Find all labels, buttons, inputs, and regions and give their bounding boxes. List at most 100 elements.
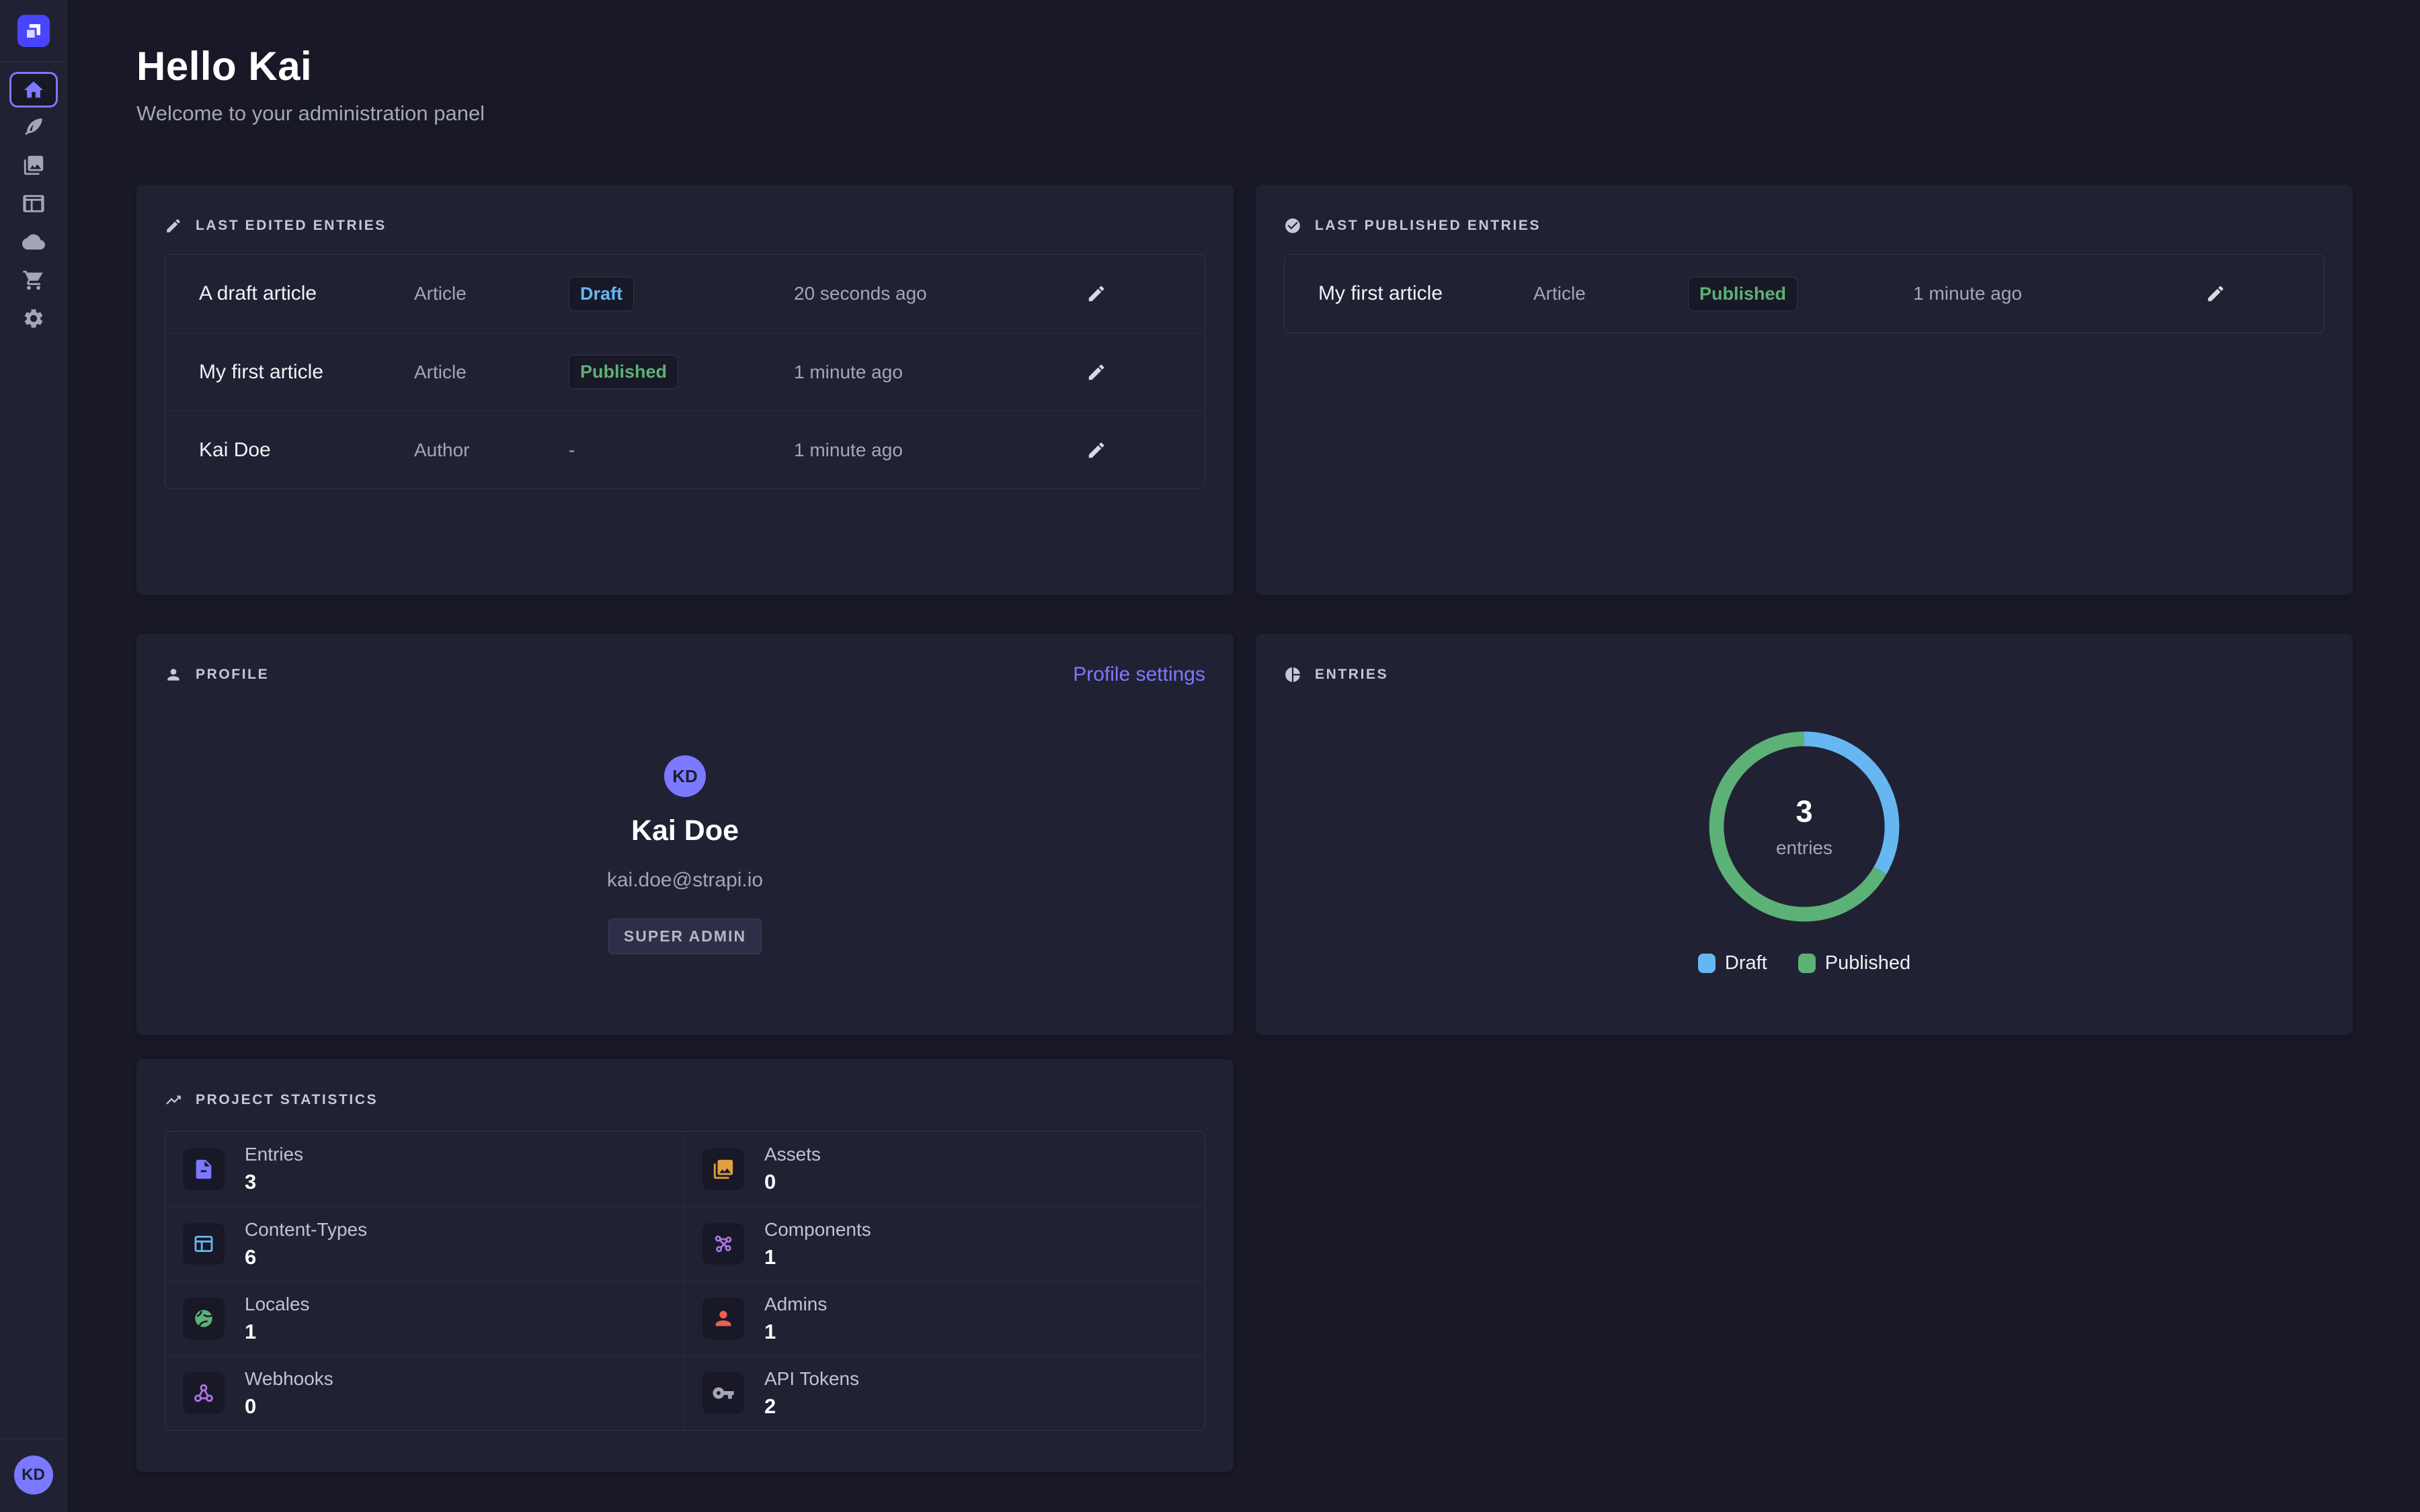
- pencil-icon: [2206, 284, 2226, 304]
- cart-icon: [22, 269, 45, 292]
- stat-label: Admins: [764, 1294, 827, 1315]
- status-none: -: [569, 439, 575, 460]
- last-published-entries-table: My first article Article Published 1 min…: [1284, 254, 2325, 333]
- stat-icon-tile: [702, 1148, 744, 1190]
- main-content: Hello Kai Welcome to your administration…: [67, 0, 2420, 1512]
- sidebar-nav: [0, 62, 67, 337]
- stat-item-components: Components 1: [685, 1206, 1205, 1281]
- locales-icon: [192, 1307, 215, 1330]
- profile-avatar: KD: [664, 755, 706, 797]
- sidebar-item-content-type-builder[interactable]: [0, 184, 67, 222]
- stat-label: Assets: [764, 1144, 821, 1165]
- entry-status: Draft: [569, 277, 794, 311]
- entry-updated: 1 minute ago: [794, 362, 1083, 383]
- edit-entry-button[interactable]: [1083, 437, 1110, 464]
- stat-label: API Tokens: [764, 1368, 859, 1390]
- sidebar: KD: [0, 0, 67, 1512]
- legend-label: Draft: [1725, 952, 1767, 974]
- entry-kind: Article: [1533, 283, 1688, 304]
- stat-value: 0: [245, 1394, 333, 1419]
- stat-icon-tile: [183, 1148, 225, 1190]
- edit-entry-button[interactable]: [1083, 280, 1110, 307]
- pencil-icon: [1086, 284, 1106, 304]
- entry-status: Published: [1688, 277, 1913, 311]
- user-avatar[interactable]: KD: [14, 1456, 53, 1495]
- project-statistics-panel: PROJECT STATISTICS Entries 3 Assets 0: [136, 1059, 1234, 1472]
- stat-icon-tile: [702, 1372, 744, 1414]
- donut-legend: Draft Published: [1698, 952, 1910, 974]
- sidebar-item-content-manager[interactable]: [0, 108, 67, 146]
- edit-entry-button[interactable]: [1083, 359, 1110, 386]
- api-tokens-icon: [712, 1382, 735, 1404]
- entry-updated: 20 seconds ago: [794, 283, 1083, 304]
- profile-role-badge: SUPER ADMIN: [608, 919, 762, 954]
- stat-icon-tile: [183, 1298, 225, 1339]
- stat-item-webhooks: Webhooks 0: [165, 1355, 685, 1430]
- cloud-icon: [22, 230, 45, 253]
- strapi-logo-icon: [24, 21, 44, 41]
- sidebar-item-marketplace[interactable]: [0, 261, 67, 299]
- profile-name: Kai Doe: [631, 814, 739, 847]
- stat-value: 1: [764, 1245, 871, 1269]
- table-row: A draft article Article Draft 20 seconds…: [165, 255, 1205, 333]
- api-tokens-icon: [712, 1382, 735, 1404]
- panel-title: PROFILE: [196, 667, 269, 683]
- assets-icon: [712, 1158, 735, 1181]
- profile-panel: PROFILE Profile settings KD Kai Doe kai.…: [136, 634, 1234, 1035]
- sidebar-item-home[interactable]: [9, 72, 58, 108]
- stat-value: 1: [245, 1320, 310, 1344]
- entries-total-label: entries: [1776, 837, 1832, 859]
- table-row: My first article Article Published 1 min…: [165, 333, 1205, 411]
- pencil-icon: [1086, 362, 1106, 382]
- strapi-logo[interactable]: [17, 15, 50, 47]
- sidebar-item-settings[interactable]: [0, 299, 67, 337]
- table-row: Kai Doe Author - 1 minute ago: [165, 411, 1205, 489]
- profile-email: kai.doe@strapi.io: [607, 869, 763, 892]
- pencil-icon: [165, 217, 182, 235]
- entry-kind: Author: [414, 439, 569, 461]
- entry-name: Kai Doe: [199, 439, 414, 462]
- entry-kind: Article: [414, 362, 569, 383]
- gear-icon: [22, 307, 45, 330]
- last-edited-entries-panel: LAST EDITED ENTRIES A draft article Arti…: [136, 185, 1234, 595]
- stat-icon-tile: [183, 1372, 225, 1414]
- stat-icon-tile: [702, 1223, 744, 1265]
- images-icon: [22, 154, 45, 177]
- panel-title: ENTRIES: [1315, 667, 1388, 683]
- stat-value: 0: [764, 1170, 821, 1194]
- strapi-admin-dashboard: KD Hello Kai Welcome to your administrat…: [0, 0, 2420, 1512]
- stat-item-entries: Entries 3: [165, 1132, 685, 1206]
- entry-name: A draft article: [199, 282, 414, 305]
- last-edited-entries-table: A draft article Article Draft 20 seconds…: [165, 254, 1205, 489]
- page-subtitle: Welcome to your administration panel: [136, 101, 2353, 126]
- stat-label: Components: [764, 1219, 871, 1241]
- entry-name: My first article: [1318, 282, 1533, 305]
- stat-value: 3: [245, 1170, 303, 1194]
- panel-title: PROJECT STATISTICS: [196, 1092, 378, 1108]
- stat-label: Webhooks: [245, 1368, 333, 1390]
- legend-swatch-published: [1798, 954, 1816, 973]
- pie-chart-icon: [1284, 666, 1301, 683]
- last-published-entries-panel: LAST PUBLISHED ENTRIES My first article …: [1256, 185, 2353, 595]
- profile-settings-link[interactable]: Profile settings: [1073, 663, 1205, 686]
- trending-up-icon: [165, 1091, 182, 1109]
- webhooks-icon: [192, 1382, 215, 1404]
- edit-entry-button[interactable]: [2202, 280, 2229, 307]
- sidebar-item-media-library[interactable]: [0, 146, 67, 184]
- stat-label: Entries: [245, 1144, 303, 1165]
- stat-icon-tile: [702, 1298, 744, 1339]
- stat-label: Content-Types: [245, 1219, 367, 1241]
- locales-icon: [192, 1307, 215, 1330]
- user-icon: [165, 666, 182, 683]
- entry-name: My first article: [199, 361, 414, 384]
- status-badge: Published: [1688, 277, 1798, 311]
- components-icon: [712, 1232, 735, 1255]
- stat-item-admins: Admins 1: [685, 1281, 1205, 1355]
- legend-item: Draft: [1698, 952, 1767, 974]
- stat-item-content-types: Content-Types 6: [165, 1206, 685, 1281]
- components-icon: [712, 1232, 735, 1255]
- sidebar-item-cloud[interactable]: [0, 222, 67, 261]
- entry-status: -: [569, 439, 794, 461]
- entry-kind: Article: [414, 283, 569, 304]
- home-icon: [22, 79, 45, 101]
